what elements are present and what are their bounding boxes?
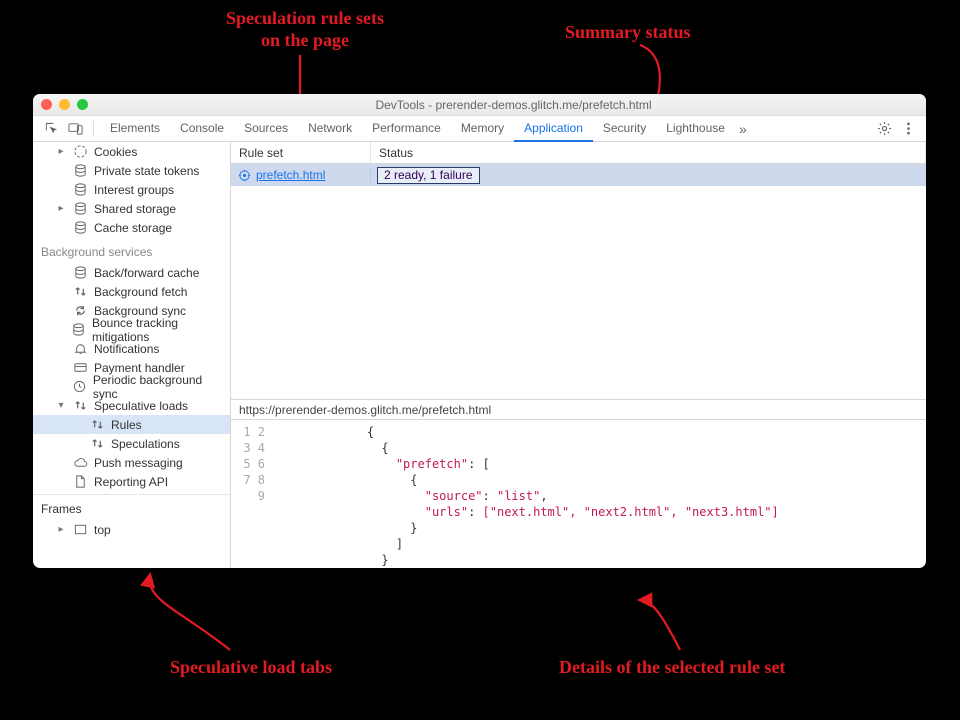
device-toolbar-icon[interactable] bbox=[66, 120, 84, 138]
frame-icon bbox=[72, 522, 88, 537]
source-path: https://prerender-demos.glitch.me/prefet… bbox=[231, 400, 926, 420]
target-icon bbox=[237, 168, 252, 183]
bell-icon bbox=[72, 341, 88, 356]
window-controls bbox=[41, 99, 88, 110]
devtools-window: DevTools - prerender-demos.glitch.me/pre… bbox=[33, 94, 926, 568]
sidebar-item-cache-storage[interactable]: Cache storage bbox=[33, 218, 230, 237]
tab-lighthouse[interactable]: Lighthouse bbox=[656, 116, 735, 142]
sidebar-item-label: Cookies bbox=[94, 145, 137, 159]
cookie-icon bbox=[72, 144, 88, 159]
sidebar-item-top[interactable]: ▸ top bbox=[33, 520, 230, 539]
close-window-button[interactable] bbox=[41, 99, 52, 110]
chevron-icon: ▾ bbox=[56, 400, 66, 411]
db-icon bbox=[72, 220, 88, 235]
tab-security[interactable]: Security bbox=[593, 116, 656, 142]
window-title: DevTools - prerender-demos.glitch.me/pre… bbox=[109, 98, 918, 112]
tabs-overflow-button[interactable]: » bbox=[735, 121, 751, 137]
minimize-window-button[interactable] bbox=[59, 99, 70, 110]
annotation-summary-status: Summary status bbox=[565, 22, 691, 44]
db-icon bbox=[72, 163, 88, 178]
sidebar-item-label: Background fetch bbox=[94, 285, 187, 299]
updown-icon bbox=[89, 417, 105, 432]
rule-set-link[interactable]: prefetch.html bbox=[231, 168, 371, 183]
db-icon bbox=[72, 182, 88, 197]
sidebar-item-label: Rules bbox=[111, 418, 142, 432]
sidebar-item-reporting-api[interactable]: Reporting API bbox=[33, 472, 230, 491]
sidebar-item-label: top bbox=[94, 523, 111, 537]
annotation-speculative-tabs: Speculative load tabs bbox=[170, 657, 332, 679]
tab-performance[interactable]: Performance bbox=[362, 116, 451, 142]
doc-icon bbox=[72, 474, 88, 489]
sidebar-heading-frames: Frames bbox=[33, 498, 230, 520]
sidebar-item-label: Reporting API bbox=[94, 475, 168, 489]
updown-icon bbox=[89, 436, 105, 451]
sidebar-item-label: Bounce tracking mitigations bbox=[92, 316, 224, 344]
source-code-view[interactable]: 1 2 3 4 5 6 7 8 9 { { "prefetch": [ { "s… bbox=[231, 420, 926, 568]
inspect-icon[interactable] bbox=[42, 120, 60, 138]
rule-set-name: prefetch.html bbox=[256, 168, 325, 182]
column-header-status[interactable]: Status bbox=[371, 142, 926, 163]
sidebar-item-background-fetch[interactable]: Background fetch bbox=[33, 282, 230, 301]
column-header-rule-set[interactable]: Rule set bbox=[231, 142, 371, 163]
application-sidebar: ▸ Cookies Private state tokens Interest gro… bbox=[33, 142, 231, 568]
sidebar-item-label: Speculations bbox=[111, 437, 180, 451]
sidebar-item-rules[interactable]: Rules bbox=[33, 415, 230, 434]
maximize-window-button[interactable] bbox=[77, 99, 88, 110]
sidebar-heading-background-services: Background services bbox=[33, 237, 230, 263]
sync-icon bbox=[72, 303, 88, 318]
tab-console[interactable]: Console bbox=[170, 116, 234, 142]
sidebar-item-private-state-tokens[interactable]: Private state tokens bbox=[33, 161, 230, 180]
sidebar-item-cookies[interactable]: ▸ Cookies bbox=[33, 142, 230, 161]
chevron-icon: ▸ bbox=[56, 146, 66, 157]
db-icon bbox=[72, 265, 88, 280]
sidebar-item-label: Notifications bbox=[94, 342, 159, 356]
chevron-icon: ▸ bbox=[56, 524, 66, 535]
annotation-rule-details: Details of the selected rule set bbox=[559, 657, 785, 679]
sidebar-item-label: Back/forward cache bbox=[94, 266, 199, 280]
main-toolbar: ElementsConsoleSourcesNetworkPerformance… bbox=[33, 116, 926, 142]
card-icon bbox=[72, 360, 88, 375]
db-icon bbox=[71, 322, 86, 337]
status-chip[interactable]: 2 ready, 1 failure bbox=[377, 167, 480, 184]
tab-memory[interactable]: Memory bbox=[451, 116, 514, 142]
sidebar-item-label: Push messaging bbox=[94, 456, 183, 470]
sidebar-item-label: Speculative loads bbox=[94, 399, 188, 413]
kebab-menu-icon[interactable] bbox=[899, 120, 917, 138]
sidebar-item-interest-groups[interactable]: Interest groups bbox=[33, 180, 230, 199]
sidebar-item-speculations[interactable]: Speculations bbox=[33, 434, 230, 453]
updown-icon bbox=[72, 398, 88, 413]
rule-set-table: Rule set Status prefetch.html 2 ready, 1… bbox=[231, 142, 926, 400]
cloud-icon bbox=[72, 455, 88, 470]
db-icon bbox=[72, 201, 88, 216]
table-row[interactable]: prefetch.html 2 ready, 1 failure bbox=[231, 164, 926, 186]
titlebar: DevTools - prerender-demos.glitch.me/pre… bbox=[33, 94, 926, 116]
annotation-rule-sets: Speculation rule sets on the page bbox=[190, 8, 420, 51]
sidebar-item-label: Periodic background sync bbox=[93, 373, 224, 401]
sidebar-item-label: Shared storage bbox=[94, 202, 176, 216]
tab-sources[interactable]: Sources bbox=[234, 116, 298, 142]
sidebar-item-label: Interest groups bbox=[94, 183, 174, 197]
sidebar-item-label: Cache storage bbox=[94, 221, 172, 235]
sidebar-item-label: Private state tokens bbox=[94, 164, 199, 178]
chevron-icon: ▸ bbox=[56, 203, 66, 214]
settings-icon[interactable] bbox=[875, 120, 893, 138]
sidebar-item-shared-storage[interactable]: ▸ Shared storage bbox=[33, 199, 230, 218]
main-content: Rule set Status prefetch.html 2 ready, 1… bbox=[231, 142, 926, 568]
sidebar-item-push-messaging[interactable]: Push messaging bbox=[33, 453, 230, 472]
tab-elements[interactable]: Elements bbox=[100, 116, 170, 142]
sidebar-item-back-forward-cache[interactable]: Back/forward cache bbox=[33, 263, 230, 282]
sidebar-item-periodic-background-sync[interactable]: Periodic background sync bbox=[33, 377, 230, 396]
updown-icon bbox=[72, 284, 88, 299]
tab-network[interactable]: Network bbox=[298, 116, 362, 142]
sidebar-item-bounce-tracking-mitigations[interactable]: Bounce tracking mitigations bbox=[33, 320, 230, 339]
clock-icon bbox=[72, 379, 87, 394]
tab-application[interactable]: Application bbox=[514, 116, 593, 142]
